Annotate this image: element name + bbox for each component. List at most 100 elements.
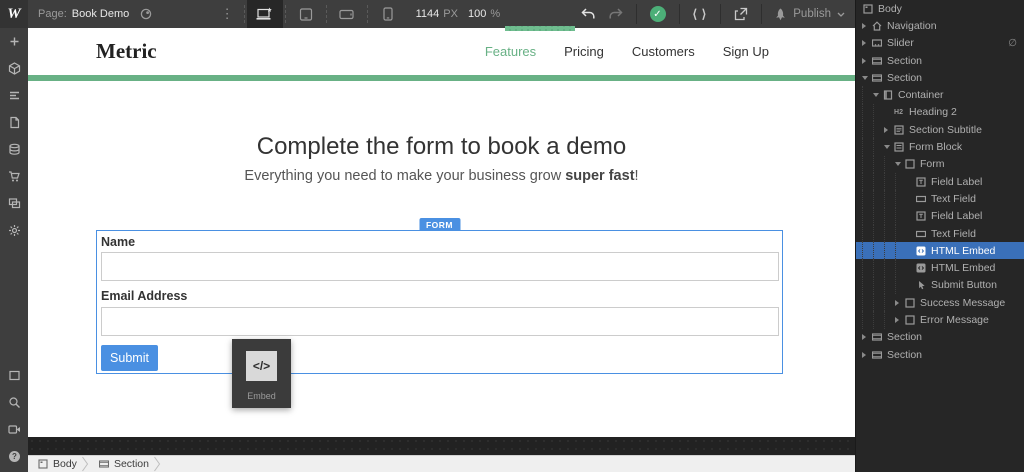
nav-link-customers[interactable]: Customers [632,44,695,59]
expand-arrow-icon[interactable] [862,76,871,80]
expand-arrow-icon[interactable] [862,58,871,64]
add-icon[interactable] [0,28,28,55]
publish-label: Publish [793,8,831,20]
indent-guide [884,190,895,207]
navigator-item-form-block[interactable]: Form Block [856,138,1024,155]
page-label: Page: [38,8,67,20]
assets-icon[interactable] [0,190,28,217]
canvas-size-indicator[interactable]: 1144 PX 100 % [416,8,500,20]
expand-arrow-icon[interactable] [862,40,871,46]
navigator-item-submit-button[interactable]: Submit Button [856,277,1024,294]
share-icon[interactable] [727,7,755,21]
cms-icon[interactable] [0,136,28,163]
navigator-item-label: Field Label [931,176,982,188]
webflow-logo-icon[interactable]: W [0,0,28,28]
saved-status-icon[interactable]: ✓ [643,6,673,22]
visibility-off-icon[interactable]: ∅ [1008,38,1017,49]
form-element-selected[interactable]: FORM Name Email Address Submit [96,230,783,374]
navigator-item-navigation[interactable]: Navigation [856,17,1024,34]
expand-arrow-icon[interactable] [895,317,904,323]
navigator-item-text-field[interactable]: Text Field [856,225,1024,242]
expand-arrow-icon[interactable] [862,352,871,358]
navigator-item-success-message[interactable]: Success Message [856,294,1024,311]
navigator-item-field-label[interactable]: Field Label [856,208,1024,225]
expand-arrow-icon[interactable] [895,300,904,306]
html-embed-icon [915,263,926,274]
canvas-width-unit: PX [443,8,458,20]
navigator-item-body[interactable]: Body [856,0,1024,17]
expand-arrow-icon[interactable] [895,162,904,166]
canvas-background [28,437,855,455]
preview-toggle-icon[interactable] [139,8,153,20]
email-input[interactable] [101,307,779,336]
breadcrumb-item-section[interactable]: Section [89,458,153,470]
name-input[interactable] [101,252,779,281]
publish-button[interactable]: Publish [768,8,855,21]
navigator-item-html-embed[interactable]: HTML Embed [856,259,1024,276]
device-mobile-landscape-button[interactable] [329,0,365,28]
indent-guide [873,121,884,138]
settings-icon[interactable] [0,217,28,244]
redo-icon[interactable] [602,8,630,20]
device-tablet-button[interactable] [288,0,324,28]
indent-guide [884,294,895,311]
navigator-item-text-field[interactable]: Text Field [856,190,1024,207]
indent-guide [862,277,873,294]
navigator-item-section[interactable]: Section [856,69,1024,86]
site-logo[interactable]: Metric [96,39,157,64]
navigator-item-error-message[interactable]: Error Message [856,311,1024,328]
subtitle-text: ! [635,168,639,184]
navigator-item-label: Slider [887,37,914,49]
indent-guide [895,277,906,294]
submit-button[interactable]: Submit [101,345,158,371]
navigator-item-section[interactable]: Section [856,346,1024,363]
device-desktop-button[interactable] [247,0,283,28]
indent-guide [862,86,873,103]
style-manager-icon[interactable] [0,82,28,109]
section-icon [871,332,882,343]
navigator-item-heading-2[interactable]: H2Heading 2 [856,104,1024,121]
nav-link-sign-up[interactable]: Sign Up [723,44,769,59]
navigator-item-container[interactable]: Container [856,86,1024,103]
breadcrumb-item-body[interactable]: Body [28,458,81,470]
navigator-item-section[interactable]: Section [856,52,1024,69]
navigator-item-section[interactable]: Section [856,329,1024,346]
expand-arrow-icon[interactable] [862,23,871,29]
display-icon[interactable] [0,362,28,389]
breadcrumb: Body Section [28,455,855,472]
components-icon[interactable] [0,55,28,82]
help-icon[interactable]: ? [0,443,28,470]
expand-arrow-icon[interactable] [884,127,893,133]
code-export-icon[interactable]: ⟨ ⟩ [686,7,715,21]
nav-link-features[interactable]: Features [485,44,536,59]
zoom-value: 100 [468,8,486,20]
separator [367,5,368,23]
indent-guide [884,277,895,294]
expand-arrow-icon[interactable] [862,334,871,340]
nav-link-pricing[interactable]: Pricing [564,44,604,59]
navigator-item-slider[interactable]: Slider ∅ [856,35,1024,52]
canvas-width-drag-handle[interactable] [505,26,575,31]
navigator-item-form[interactable]: Form [856,156,1024,173]
device-mobile-portrait-button[interactable] [370,0,406,28]
hero-subtitle: Everything you need to make your busines… [28,168,855,184]
indent-guide [862,225,873,242]
pages-icon[interactable] [0,109,28,136]
search-icon[interactable] [0,389,28,416]
embed-drag-ghost[interactable]: </> Embed [232,339,291,408]
navigator-item-section-subtitle[interactable]: Section Subtitle [856,121,1024,138]
webflow-designer: W Page: Book Demo ⋮ 1144 PX 100 % [0,0,1024,472]
page-selector[interactable]: Page: Book Demo [38,8,129,20]
expand-arrow-icon[interactable] [873,93,882,97]
expand-arrow-icon[interactable] [884,145,893,149]
video-icon[interactable] [0,416,28,443]
indent-guide [862,138,873,155]
undo-icon[interactable] [574,8,602,20]
name-field-label: Name [101,235,135,249]
navigator-item-html-embed[interactable]: HTML Embed [856,242,1024,259]
ecommerce-icon[interactable] [0,163,28,190]
text-field-icon [915,193,926,204]
navigator-item-field-label[interactable]: Field Label [856,173,1024,190]
separator [326,5,327,23]
more-menu-icon[interactable]: ⋮ [213,6,242,22]
